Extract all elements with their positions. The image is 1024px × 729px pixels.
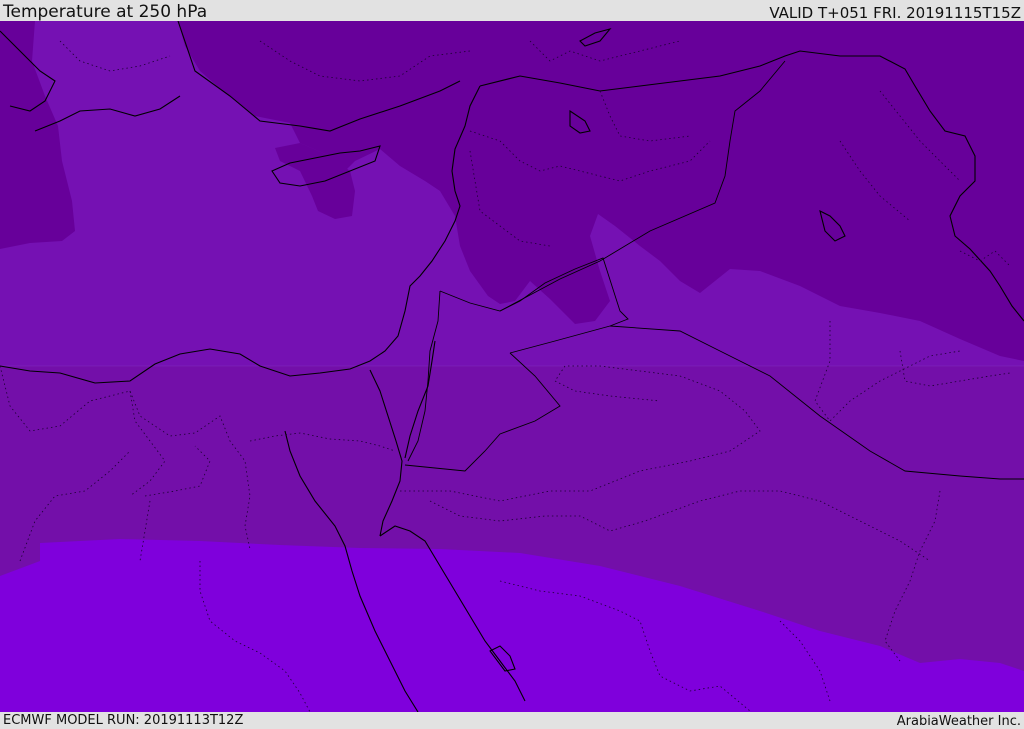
weather-map [0, 21, 1024, 712]
model-run-label: ECMWF MODEL RUN: 20191113T12Z [3, 713, 244, 728]
footer-bar: ECMWF MODEL RUN: 20191113T12Z ArabiaWeat… [0, 712, 1024, 729]
map-title: Temperature at 250 hPa [3, 2, 208, 22]
map-area [0, 21, 1024, 712]
valid-time: VALID T+051 FRI. 20191115T15Z [769, 4, 1021, 22]
header-bar: Temperature at 250 hPa VALID T+051 FRI. … [0, 0, 1024, 21]
credit-label: ArabiaWeather Inc. [896, 714, 1021, 729]
